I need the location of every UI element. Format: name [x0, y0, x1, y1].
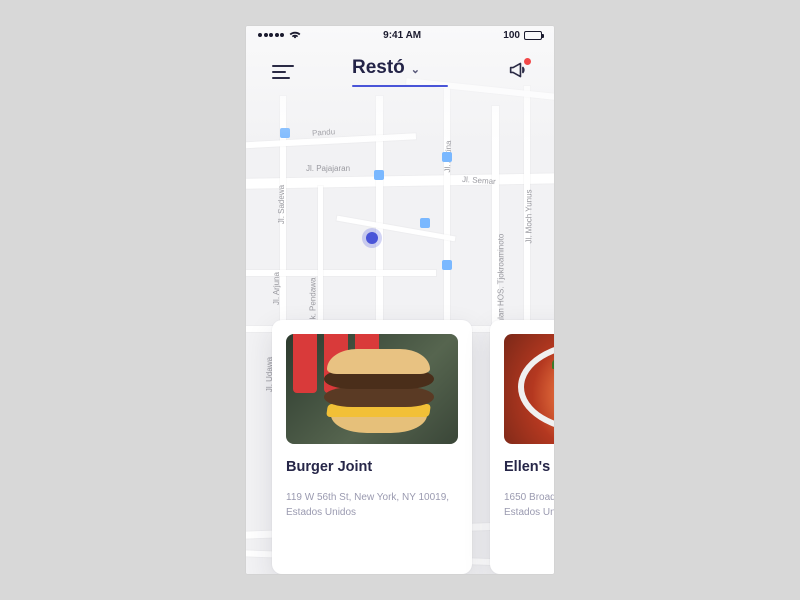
- signal-icon: [258, 33, 284, 37]
- phone-frame: Jl. Pajajaran Jl. Astina Jl. Semar Jl. S…: [246, 26, 554, 574]
- map-poi-icon: [442, 152, 452, 162]
- map-poi-icon: [442, 260, 452, 270]
- notification-dot: [524, 58, 531, 65]
- title-underline: [352, 85, 448, 87]
- map-poi-icon: [374, 170, 384, 180]
- street-label: Jalan HOS. Tjokroaminoto: [496, 234, 505, 328]
- street-label: Jk. Pendawa: [308, 278, 317, 324]
- restaurant-name: Burger Joint: [286, 458, 458, 476]
- page-title: Restó: [352, 57, 405, 79]
- restaurant-address: 119 W 56th St, New York, NY 10019, Estad…: [286, 490, 458, 520]
- restaurant-name: Ellen's Stardust Dinner: [504, 458, 554, 476]
- current-location-dot: [366, 232, 378, 244]
- category-dropdown[interactable]: Restó ⌄: [352, 57, 448, 87]
- menu-button[interactable]: [272, 61, 294, 83]
- status-bar: 9:41 AM 100: [246, 26, 554, 44]
- street-label: Jl. Arjuna: [272, 272, 281, 305]
- restaurant-photo: [504, 334, 554, 444]
- street-label: Jl. Pajajaran: [306, 164, 350, 173]
- street-label: Jl. Moch Yunus: [525, 189, 534, 243]
- status-time: 9:41 AM: [383, 30, 421, 41]
- street-label: Jl. Sadewa: [277, 185, 286, 224]
- restaurant-card[interactable]: Burger Joint 119 W 56th St, New York, NY…: [272, 320, 472, 574]
- battery-percentage: 100: [503, 30, 520, 41]
- restaurant-card[interactable]: Ellen's Stardust Dinner 1650 Broadway, N…: [490, 320, 554, 574]
- restaurant-photo: [286, 334, 458, 444]
- chevron-down-icon: ⌄: [411, 63, 420, 76]
- app-header: Restó ⌄: [246, 44, 554, 100]
- announcements-button[interactable]: [508, 61, 528, 84]
- map-poi-icon: [420, 218, 430, 228]
- battery-icon: [524, 31, 542, 40]
- restaurant-address: 1650 Broadway, New York, NY 10019, Estad…: [504, 490, 554, 520]
- wifi-icon: [289, 30, 301, 42]
- restaurant-card-carousel[interactable]: Burger Joint 119 W 56th St, New York, NY…: [246, 320, 554, 574]
